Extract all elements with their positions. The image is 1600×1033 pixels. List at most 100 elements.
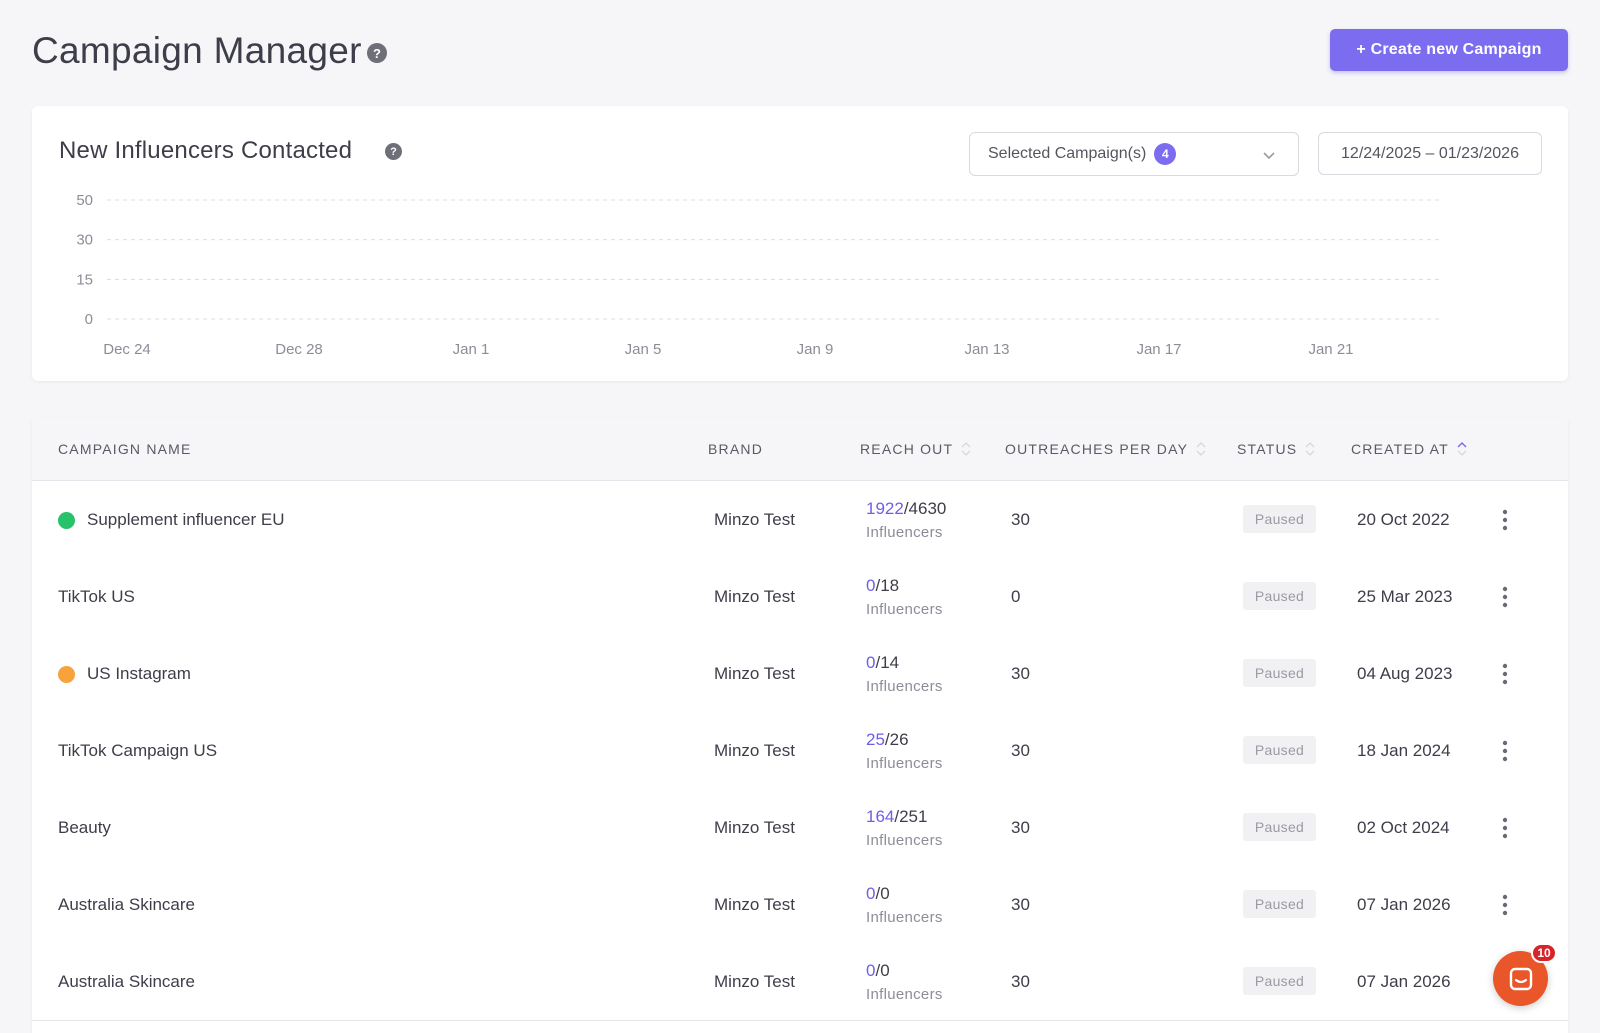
outreaches-per-day-cell: 30	[1011, 741, 1030, 760]
sort-ascending-icon	[1457, 441, 1467, 456]
reach-unit: Influencers	[866, 832, 943, 849]
brand-cell: Minzo Test	[714, 972, 795, 991]
table-row[interactable]: Australia Skincare Minzo Test 0/0 Influe…	[32, 943, 1568, 1021]
more-options-icon[interactable]	[1502, 663, 1508, 685]
campaign-select-label: Selected Campaign(s)	[988, 145, 1147, 162]
campaign-name[interactable]: Beauty	[58, 818, 111, 838]
brand-cell: Minzo Test	[714, 510, 795, 529]
chevron-down-icon	[1263, 152, 1275, 160]
line-chart: 50 30 15 0 Dec 24 Dec 28 Jan 1 Jan 5 Jan 9 Jan 13…	[76, 192, 1442, 358]
more-options-icon[interactable]	[1502, 817, 1508, 839]
status-badge: Paused	[1243, 505, 1316, 533]
status-badge: Paused	[1243, 736, 1316, 764]
outreaches-per-day-cell: 30	[1011, 818, 1030, 837]
outreaches-per-day-cell: 0	[1011, 587, 1021, 606]
help-icon[interactable]: ?	[367, 43, 387, 63]
status-badge: Paused	[1243, 967, 1316, 995]
reach-total: /26	[884, 730, 909, 749]
chat-launcher-button[interactable]: 10	[1493, 943, 1557, 1006]
brand-cell: Minzo Test	[714, 587, 795, 606]
table-row[interactable]: Australia Skincare Minzo Test 0/0 Influe…	[32, 866, 1568, 944]
more-options-icon[interactable]	[1502, 586, 1508, 608]
reach-unit: Influencers	[866, 601, 943, 618]
reach-unit: Influencers	[866, 909, 943, 926]
chat-icon	[1509, 967, 1532, 990]
created-at-cell: 04 Aug 2023	[1357, 664, 1453, 683]
brand-cell: Minzo Test	[714, 664, 795, 683]
more-options-icon[interactable]	[1502, 509, 1508, 531]
reach-total: /4630	[903, 499, 947, 518]
outreaches-per-day-cell: 30	[1011, 895, 1030, 914]
table-row[interactable]: TikTok Campaign US Minzo Test 25/26 Infl…	[32, 712, 1568, 790]
campaign-name-cell: Australia Skincare	[58, 895, 195, 915]
table-row[interactable]: TikTok US Minzo Test 0/18 Influencers 0 …	[32, 558, 1568, 636]
x-tick-label: Jan 13	[964, 341, 1009, 358]
chart-title: New Influencers Contacted	[59, 137, 353, 164]
reach-total: /0	[875, 961, 890, 980]
campaign-name-cell: TikTok Campaign US	[58, 741, 217, 761]
campaign-name-cell: Supplement influencer EU	[58, 510, 285, 530]
column-header-created-at[interactable]: CREATED AT	[1351, 441, 1467, 457]
created-at-cell: 07 Jan 2026	[1357, 895, 1451, 914]
created-at-cell: 02 Oct 2024	[1357, 818, 1450, 837]
column-header-reach-out[interactable]: REACH OUT	[860, 441, 971, 457]
x-tick-label: Jan 5	[625, 341, 662, 358]
reach-total: /18	[875, 576, 900, 595]
campaign-name[interactable]: Supplement influencer EU	[87, 510, 285, 530]
created-at-cell: 18 Jan 2024	[1357, 741, 1451, 760]
table-row[interactable]: US Instagram Minzo Test 0/14 Influencers…	[32, 635, 1568, 713]
sort-icon	[1196, 442, 1206, 456]
x-tick-label: Dec 28	[275, 341, 323, 358]
y-tick-label: 15	[76, 271, 93, 288]
table-row[interactable]: Supplement influencer EU Minzo Test 1922…	[32, 481, 1568, 559]
campaign-name-cell: US Instagram	[58, 664, 191, 684]
campaign-name[interactable]: TikTok Campaign US	[58, 741, 217, 761]
sort-icon	[1305, 442, 1315, 456]
y-tick-label: 50	[76, 192, 93, 209]
more-options-icon[interactable]	[1502, 894, 1508, 916]
y-tick-label: 30	[76, 232, 93, 249]
reach-out-cell: 1922/4630 Influencers	[866, 499, 946, 541]
sort-icon	[961, 442, 971, 456]
status-badge: Paused	[1243, 582, 1316, 610]
reach-unit: Influencers	[866, 524, 943, 541]
campaign-name-cell: TikTok US	[58, 587, 135, 607]
page-header: Campaign Manager ? + Create new Campaign	[32, 28, 1568, 78]
campaign-name[interactable]: TikTok US	[58, 587, 135, 607]
campaigns-table: CAMPAIGN NAME BRAND REACH OUT OUTREACHES…	[32, 417, 1568, 1033]
column-header-status[interactable]: STATUS	[1237, 441, 1315, 457]
reach-unit: Influencers	[866, 986, 943, 1003]
created-at-cell: 20 Oct 2022	[1357, 510, 1450, 529]
reach-out-cell: 0/14 Influencers	[866, 653, 943, 695]
campaign-name[interactable]: US Instagram	[87, 664, 191, 684]
x-tick-label: Jan 9	[797, 341, 834, 358]
outreaches-per-day-cell: 30	[1011, 972, 1030, 991]
reach-unit: Influencers	[866, 678, 943, 695]
column-header-outreaches-per-day[interactable]: OUTREACHES PER DAY	[1005, 441, 1206, 457]
reach-out-cell: 0/18 Influencers	[866, 576, 943, 618]
campaign-name[interactable]: Australia Skincare	[58, 972, 195, 992]
reach-out-cell: 25/26 Influencers	[866, 730, 943, 772]
column-header-campaign-name[interactable]: CAMPAIGN NAME	[58, 441, 192, 457]
more-options-icon[interactable]	[1502, 740, 1508, 762]
brand-cell: Minzo Test	[714, 895, 795, 914]
reach-out-cell: 0/0 Influencers	[866, 884, 943, 926]
status-badge: Paused	[1243, 813, 1316, 841]
brand-cell: Minzo Test	[714, 741, 795, 760]
x-tick-label: Jan 21	[1308, 341, 1353, 358]
reach-unit: Influencers	[866, 755, 943, 772]
reach-total: /14	[875, 653, 900, 672]
campaign-select[interactable]: Selected Campaign(s) 4	[969, 132, 1299, 176]
date-range-picker[interactable]: 12/24/2025 – 01/23/2026	[1318, 132, 1542, 175]
column-header-brand[interactable]: BRAND	[708, 441, 763, 457]
help-icon[interactable]: ?	[385, 143, 402, 160]
reached-count: 1922	[866, 499, 904, 518]
status-dot	[58, 511, 75, 529]
outreaches-per-day-cell: 30	[1011, 510, 1030, 529]
table-row[interactable]: Beauty Minzo Test 164/251 Influencers 30…	[32, 789, 1568, 867]
campaign-name[interactable]: Australia Skincare	[58, 895, 195, 915]
campaign-name-cell: Beauty	[58, 818, 111, 838]
reach-total: /0	[875, 884, 890, 903]
reach-out-cell: 164/251 Influencers	[866, 807, 943, 849]
create-campaign-button[interactable]: + Create new Campaign	[1330, 29, 1568, 71]
